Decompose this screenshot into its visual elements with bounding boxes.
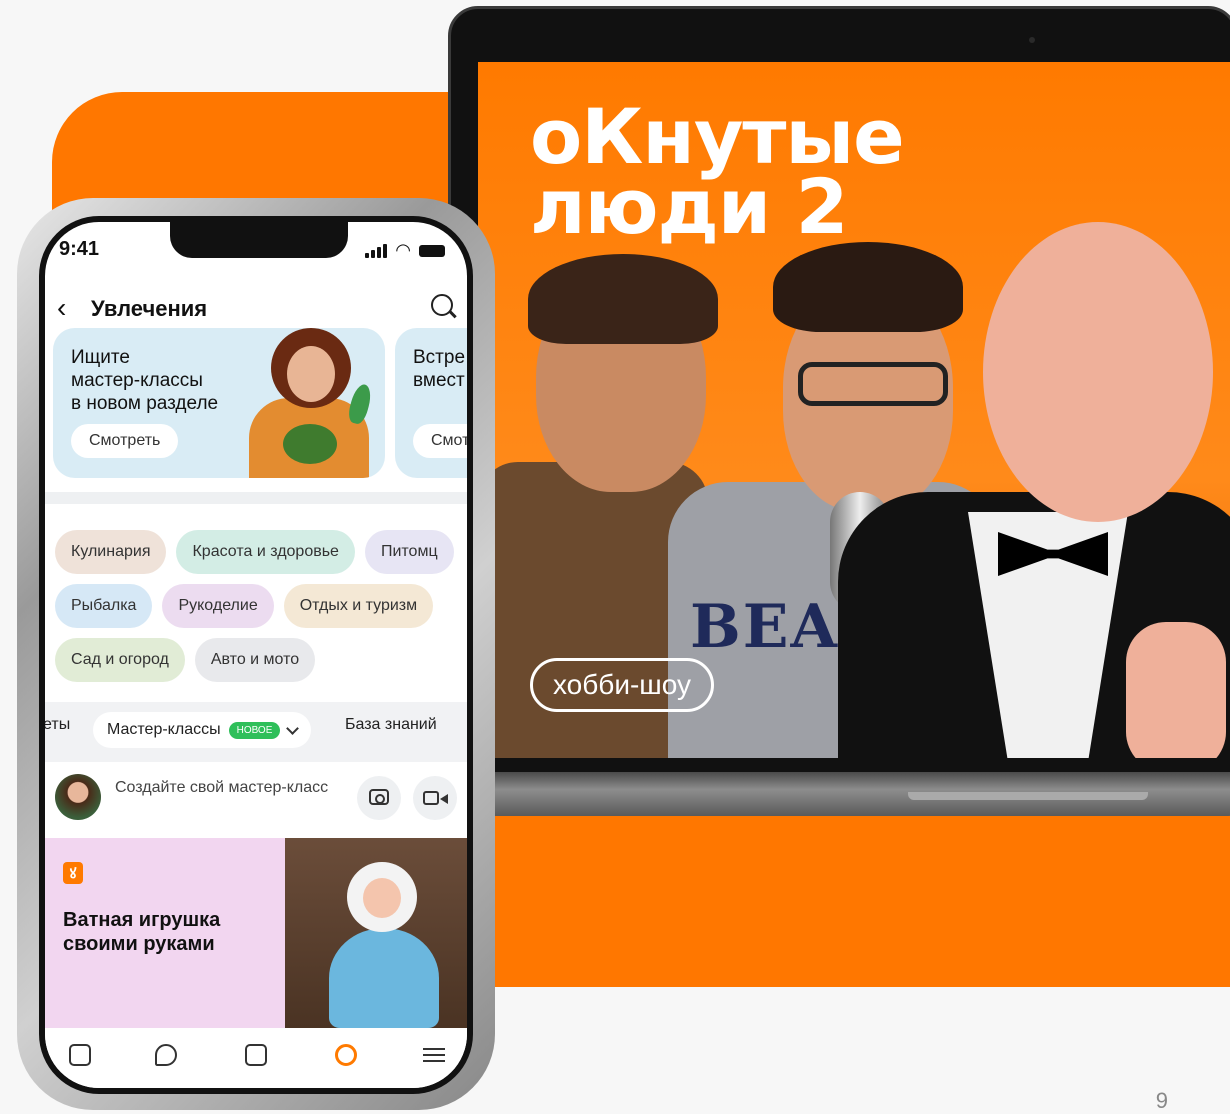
feed-icon[interactable] [69,1044,91,1066]
show-title: оКнутые люди 2 [530,92,905,251]
signal-icon [365,243,388,258]
hobby-icon[interactable] [335,1044,357,1066]
photo-button[interactable] [357,776,401,820]
phone-screen: 9:41 ◠ ‹ Увлечения Ищите мастер-классы в… [45,222,467,1088]
promo-view-button[interactable]: Смотреть [71,424,179,458]
create-post-bar: Создайте свой мастер-класс [45,762,467,832]
section-divider [45,492,467,504]
chat-icon[interactable] [155,1044,177,1066]
feed-card-image [285,838,467,1028]
phone-bezel: 9:41 ◠ ‹ Увлечения Ищите мастер-классы в… [39,216,473,1094]
promo-view-button[interactable]: Смот [413,424,467,458]
chip-garden[interactable]: Сад и огород [55,638,185,682]
mail-icon[interactable] [245,1044,267,1066]
battery-icon [419,244,445,257]
page-title: Увлечения [91,296,208,321]
promo-card-second[interactable]: Встре вмест Смот [395,328,467,478]
promo-illustration [235,328,375,478]
status-time: 9:41 [59,238,100,260]
bottom-nav [45,1028,467,1088]
tab-knowledge-base[interactable]: База знаний [345,716,437,734]
video-button[interactable] [413,776,457,820]
menu-icon[interactable] [423,1044,445,1066]
section-tabs: еты Мастер-классы НОВОЕ База знаний [45,702,467,762]
chip-auto[interactable]: Авто и мото [194,638,316,682]
chip-pets[interactable]: Питомц [364,530,454,574]
chip-tourism[interactable]: Отдых и туризм [283,584,434,628]
avatar [55,774,101,820]
search-icon[interactable] [431,294,453,316]
back-icon[interactable]: ‹ [57,292,66,324]
page-number: 9 [1155,1088,1168,1113]
chip-handicraft[interactable]: Рукоделие [162,584,274,628]
create-post-prompt[interactable]: Создайте свой мастер-класс [115,778,335,797]
phone-notch [170,222,348,258]
chip-row-2: Рыбалка Рукоделие Отдых и туризм [55,584,434,628]
laptop-camera [1029,37,1035,43]
show-badge: хобби-шоу [530,658,715,712]
tab-masterclasses[interactable]: Мастер-классы НОВОЕ [93,712,312,748]
laptop-screen: BEAR оКнутые люди 2 хобби-шоу [478,62,1230,758]
camera-icon [369,789,389,805]
chip-fishing[interactable]: Рыбалка [55,584,153,628]
tab-partial[interactable]: еты [45,716,70,734]
tab-label: Мастер-классы [107,721,221,738]
chip-row-3: Сад и огород Авто и мото [55,638,316,682]
laptop-mockup: BEAR оКнутые люди 2 хобби-шоу [448,6,1230,816]
chip-beauty[interactable]: Красота и здоровье [176,530,355,574]
chevron-down-icon [286,721,300,735]
promo-card-masterclasses[interactable]: Ищите мастер-классы в новом разделе Смот… [53,328,385,478]
new-badge: НОВОЕ [228,721,281,739]
promo-text: Ищите мастер-классы в новом разделе [71,347,219,414]
promo-text: Встре вмест [413,347,466,391]
wifi-icon: ◠ [395,240,411,260]
feed-card-title: Ватная игрушка своими руками [63,909,221,955]
chip-row-1: Кулинария Красота и здоровье Питомц [55,530,454,574]
laptop-notch [908,792,1148,800]
video-icon [423,791,448,805]
chip-cooking[interactable]: Кулинария [55,530,167,574]
feed-card[interactable]: ꙋ Ватная игрушка своими руками [45,838,467,1028]
ok-logo-icon: ꙋ [63,862,83,884]
status-icons: ◠ [365,240,445,261]
app-header: ‹ Увлечения [45,290,467,330]
phone-mockup: 9:41 ◠ ‹ Увлечения Ищите мастер-классы в… [17,198,495,1110]
